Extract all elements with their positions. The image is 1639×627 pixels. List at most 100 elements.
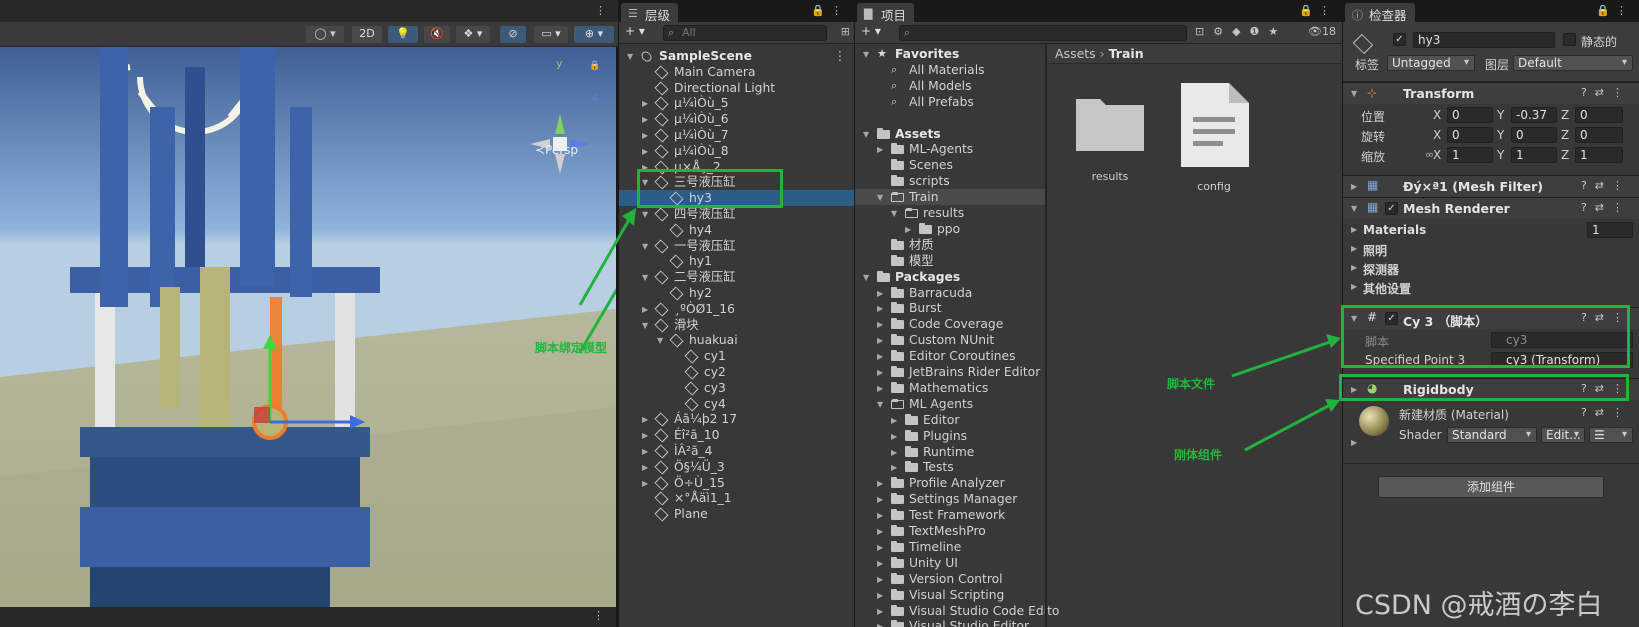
axis-y-label[interactable]: Y <box>1497 148 1504 162</box>
shader-dropdown[interactable]: Standard <box>1447 427 1537 443</box>
axis-y-label[interactable]: Y <box>1497 108 1504 122</box>
object-name-field[interactable]: hy3 <box>1413 32 1555 48</box>
tree-row[interactable]: ▶ Profile Analyzer <box>855 475 1045 491</box>
asset-results[interactable]: results <box>1069 81 1151 191</box>
mesh-filter-header[interactable]: ▶ ▦ Ðý×ª1 (Mesh Filter) ?⇄⋮ <box>1343 175 1639 197</box>
add-component-button[interactable]: 添加组件 <box>1378 476 1604 498</box>
panel-menu-icons[interactable]: 🔒⋮ <box>1596 4 1633 17</box>
tree-row[interactable] <box>855 110 1045 126</box>
tree-row[interactable]: ▶ ¸ºÒØ1_16 <box>619 301 854 317</box>
more-options-icon[interactable]: ⋮ <box>595 4 606 17</box>
mesh-renderer-header[interactable]: ▼ ▦ ✓ Mesh Renderer ?⇄⋮ <box>1343 197 1639 219</box>
collapse-arrow[interactable]: ▼ <box>877 397 883 413</box>
hidden-packages-count[interactable]: 👁18 <box>1308 25 1336 38</box>
lighting-foldout[interactable]: 照明 <box>1363 242 1387 259</box>
tree-row[interactable]: cy3 <box>619 380 854 396</box>
tab-project[interactable]: ▇ 项目 <box>857 3 915 23</box>
transform-header[interactable]: ▼ ⊹ Transform ?⇄⋮ <box>1343 82 1639 104</box>
tree-row[interactable]: cy2 <box>619 364 854 380</box>
expand-arrow[interactable]: ▶ <box>877 317 883 333</box>
tree-row[interactable]: ▶ Barracuda <box>855 285 1045 301</box>
shader-edit-button[interactable]: Edit... <box>1541 427 1585 443</box>
layer-dropdown[interactable]: Default <box>1513 55 1633 71</box>
tree-row[interactable]: hy4 <box>619 222 854 238</box>
expand-arrow[interactable]: ▶ <box>877 572 883 588</box>
scene-viewport[interactable]: y z 🔒 ≺Persp 脚本绑定模型 <box>0 47 616 607</box>
expand-arrow[interactable]: ▶ <box>877 556 883 572</box>
tab-inspector[interactable]: ⓘ 检查器 <box>1345 3 1415 23</box>
tree-row[interactable]: scripts <box>855 173 1045 189</box>
tree-row[interactable]: ▶ ÌÂ²ã_4 <box>619 443 854 459</box>
asset-config[interactable]: config <box>1173 81 1255 193</box>
tree-row[interactable]: ▶ Editor <box>855 412 1045 428</box>
panel-menu-icons[interactable]: 🔒⋮ <box>1299 4 1336 17</box>
gizmos-button[interactable]: ⊕ ▾ <box>574 26 614 43</box>
collapse-arrow[interactable]: ▼ <box>863 270 869 286</box>
expand-arrow[interactable]: ▶ <box>642 428 648 444</box>
project-toolbar-icons[interactable]: ⊡⚙◆❶★ <box>1195 25 1287 38</box>
tree-row[interactable]: ▶ Burst <box>855 300 1045 316</box>
tree-row[interactable]: ▼ ★ Favorites <box>855 46 1045 62</box>
tree-row[interactable]: ⌕ All Models <box>855 78 1045 94</box>
tree-row[interactable]: ▼ results <box>855 205 1045 221</box>
lighting-toggle-icon[interactable]: 💡 <box>388 26 418 43</box>
position-y-field[interactable]: -0.37 <box>1511 107 1557 123</box>
tree-row[interactable]: ▼ 四号液压缸 <box>619 206 854 222</box>
expand-arrow[interactable]: ▶ <box>642 302 648 318</box>
tree-row[interactable]: ▶ µ¼ìÒù_5 <box>619 95 854 111</box>
static-checkbox[interactable] <box>1563 33 1576 46</box>
expand-arrow[interactable]: ▶ <box>877 476 883 492</box>
scale-y-field[interactable]: 1 <box>1511 147 1557 163</box>
expand-arrow[interactable]: ▶ <box>877 604 883 620</box>
tree-row[interactable]: ▼ huakuai <box>619 332 854 348</box>
tree-row[interactable]: Directional Light <box>619 80 854 96</box>
component-menu-icons[interactable]: ?⇄⋮ <box>1581 179 1631 192</box>
expand-arrow[interactable]: ▶ <box>877 365 883 381</box>
tree-row[interactable]: ▼ 滑块 <box>619 317 854 333</box>
expand-arrow[interactable]: ▶ <box>642 476 648 492</box>
toggle-2d-button[interactable]: 2D <box>352 26 382 43</box>
expand-arrow[interactable]: ▶ <box>877 333 883 349</box>
collapse-arrow[interactable]: ▼ <box>877 190 883 206</box>
expand-arrow[interactable]: ▶ <box>891 445 897 461</box>
collapse-arrow[interactable]: ▼ <box>642 270 648 286</box>
expand-arrow[interactable]: ▶ <box>891 413 897 429</box>
expand-arrow[interactable]: ▶ <box>642 460 648 476</box>
audio-toggle-icon[interactable]: 🔇 <box>424 26 450 43</box>
expand-arrow[interactable]: ▶ <box>1351 438 1357 447</box>
tree-row[interactable]: Plane <box>619 506 854 522</box>
tree-row[interactable]: ▶ Ö§¼Ü_3 <box>619 459 854 475</box>
materials-label[interactable]: Materials <box>1363 223 1426 237</box>
tree-row[interactable]: ▶ Timeline <box>855 539 1045 555</box>
lock-icon[interactable]: 🔒 <box>589 61 600 71</box>
position-z-field[interactable]: 0 <box>1575 107 1623 123</box>
rotation-y-field[interactable]: 0 <box>1511 127 1557 143</box>
tree-row[interactable]: ▼ Packages <box>855 269 1045 285</box>
expand-arrow[interactable]: ▶ <box>642 128 648 144</box>
tree-row[interactable]: ▶ ML-Agents <box>855 141 1045 157</box>
tree-row[interactable]: ▶ Unity UI <box>855 555 1045 571</box>
tree-row[interactable]: ▼ Train <box>855 189 1045 206</box>
tree-row[interactable]: ▶ µ¼ìÒù_7 <box>619 127 854 143</box>
expand-arrow[interactable]: ▶ <box>642 444 648 460</box>
persp-label[interactable]: ≺Persp <box>535 143 578 157</box>
effects-toggle-icon[interactable]: ❖ ▾ <box>456 26 490 43</box>
expand-arrow[interactable]: ▶ <box>1351 244 1357 253</box>
tree-row[interactable]: ▶ Éî²ã_10 <box>619 427 854 443</box>
axis-x-label[interactable]: X <box>1433 128 1441 142</box>
expand-arrow[interactable]: ▶ <box>877 619 883 627</box>
collapse-arrow[interactable]: ▼ <box>642 239 648 255</box>
camera-settings-icon[interactable]: ▭ ▾ <box>534 26 568 43</box>
tree-row[interactable]: 材质 <box>855 237 1045 253</box>
scene-visibility-icon[interactable]: ⊘ <box>500 26 526 43</box>
axis-x-label[interactable]: X <box>1433 148 1441 162</box>
add-object-button[interactable]: + ▾ <box>625 24 645 38</box>
collapse-arrow[interactable]: ▼ <box>627 49 633 65</box>
tree-row[interactable]: ▶ Custom NUnit <box>855 332 1045 348</box>
tree-row[interactable]: ▶ Tests <box>855 459 1045 475</box>
tree-row[interactable]: 模型 <box>855 253 1045 269</box>
tree-row[interactable]: ▶ Ö÷Ù_15 <box>619 475 854 491</box>
expand-arrow[interactable]: ▶ <box>642 96 648 112</box>
tree-row[interactable]: ▶ Visual Studio Code Edito <box>855 603 1059 620</box>
collapse-arrow[interactable]: ▼ <box>657 333 663 349</box>
